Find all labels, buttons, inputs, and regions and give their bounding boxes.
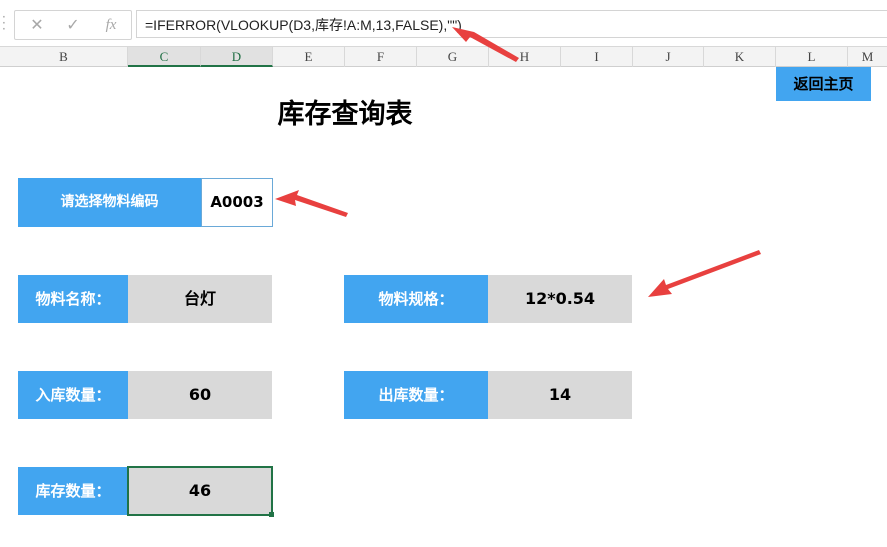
arrow-to-formula-icon <box>452 27 519 62</box>
annotation-arrows <box>275 27 761 297</box>
arrow-to-code-cell-icon <box>275 190 348 217</box>
arrow-to-spec-cell-icon <box>648 250 761 297</box>
